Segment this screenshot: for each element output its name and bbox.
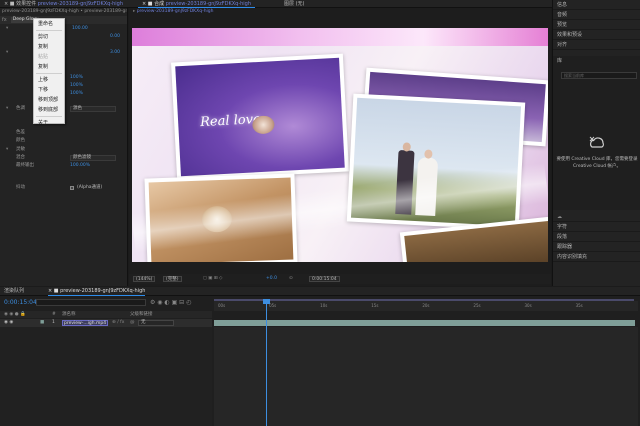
menu-item-rename[interactable]: 重命名 bbox=[34, 19, 64, 29]
context-menu: 重命名 剪切 复制 粘贴 复制 上移 下移 移到顶部 移到底部 关于 bbox=[33, 18, 65, 126]
tab-timeline-comp[interactable]: × ■ preview-203189-gnJ9zFDKXq-high bbox=[48, 287, 146, 296]
effect-prop-row: 最终输出 100.00% bbox=[16, 163, 91, 168]
exposure-value[interactable]: +0.0 bbox=[266, 276, 277, 282]
layer-row[interactable]: ◉ ◉ ■ 1 preview-...igh.mp4 ⊛ / fx @ 无 bbox=[0, 319, 212, 327]
menu-item-duplicate[interactable]: 复制 bbox=[34, 62, 64, 72]
panel-character[interactable]: 字符 bbox=[553, 222, 640, 232]
parent-pickwhip-icon[interactable]: @ bbox=[130, 319, 135, 327]
expand-triangle-icon[interactable]: ▾ bbox=[6, 25, 8, 33]
panel-preview[interactable]: 预览 bbox=[553, 20, 640, 30]
libraries-panel: 库 搜索当前库 要使用 Creative Cloud 库，您需要登录 Creat… bbox=[553, 56, 640, 210]
timeline-tab-bar: 渲染队列 × ■ preview-203189-gnJ9zFDKXq-high bbox=[0, 287, 640, 296]
panel-info[interactable]: 信息 bbox=[553, 0, 640, 10]
current-timecode[interactable]: 0:00:15:04 bbox=[4, 299, 37, 306]
expand-triangle-icon[interactable]: ▾ bbox=[6, 105, 8, 113]
viewer-timecode[interactable]: 0:00:15:04 bbox=[309, 276, 340, 282]
parent-header[interactable]: 父级和链接 bbox=[130, 311, 153, 318]
alpha-checkbox[interactable] bbox=[70, 186, 74, 190]
playhead-line[interactable] bbox=[266, 299, 267, 426]
panel-paragraph[interactable]: 段落 bbox=[553, 232, 640, 242]
menu-item-move-bottom[interactable]: 移到底部 bbox=[34, 105, 64, 115]
layer-duration-bar[interactable] bbox=[214, 320, 635, 326]
layer-switches-icon[interactable]: ⊛ / fx bbox=[112, 319, 124, 327]
timeline-tools-icon[interactable]: ⚙ ◉ ◐ ▣ ⊟ ◴ bbox=[150, 299, 191, 306]
cc-login-message: 要使用 Creative Cloud 库，您需要登录 Creative Clou… bbox=[556, 157, 638, 169]
library-search-input[interactable]: 搜索当前库 bbox=[561, 72, 637, 79]
panel-effects-presets[interactable]: 效果和预设 bbox=[553, 30, 640, 40]
visibility-icon: ◉ ◉ ● 🔒 bbox=[4, 312, 26, 317]
light-leak-glow bbox=[132, 28, 548, 46]
ruler-tick-label: 15s bbox=[371, 303, 379, 308]
menu-item-move-up[interactable]: 上移 bbox=[34, 75, 64, 85]
panel-align[interactable]: 对齐 bbox=[553, 40, 640, 50]
composition-canvas[interactable]: Real love... bbox=[132, 28, 548, 262]
expand-triangle-icon[interactable]: ▾ bbox=[6, 146, 8, 154]
blend-mode-dropdown[interactable]: 颜色滤镜 bbox=[70, 155, 116, 161]
ruler-tick-label: 05s bbox=[269, 303, 277, 308]
photo-frame: Real love... bbox=[171, 53, 349, 181]
camera-icon[interactable]: ⊙ bbox=[289, 276, 293, 282]
menu-item-about[interactable]: 关于 bbox=[34, 118, 64, 128]
effect-prop-row: 色差 bbox=[16, 130, 25, 135]
creative-cloud-icon bbox=[589, 136, 604, 148]
effect-prop-row: 颜色 bbox=[16, 138, 25, 143]
layer-search-input[interactable] bbox=[36, 299, 146, 306]
lower-panels: ☁ 字符 段落 跟踪器 内容识别填充 bbox=[553, 212, 640, 262]
time-ruler[interactable]: 00s 05s 10s 15s 20s 25s 30s 35s bbox=[214, 301, 638, 311]
expand-triangle-icon[interactable]: ▾ bbox=[6, 49, 8, 57]
tab-render-queue[interactable]: 渲染队列 bbox=[4, 287, 24, 296]
right-panel-stack: 信息 音频 预览 效果和预设 对齐 库 搜索当前库 要使用 Creative C… bbox=[552, 0, 640, 286]
menu-item-move-top[interactable]: 移到顶部 bbox=[34, 95, 64, 105]
blend-source-dropdown[interactable]: 源色 bbox=[70, 106, 116, 112]
layer-list-empty bbox=[0, 327, 212, 426]
composition-viewer: ▸ preview-203189-gnJ9zFDKXq-high Real lo… bbox=[129, 8, 551, 286]
layer-number: 1 bbox=[52, 320, 55, 325]
cloud-sync-icon[interactable]: ☁ bbox=[553, 212, 640, 222]
timeline-panel: 渲染队列 × ■ preview-203189-gnJ9zFDKXq-high … bbox=[0, 287, 640, 426]
menu-separator bbox=[36, 116, 62, 117]
parent-dropdown[interactable]: 无 bbox=[138, 320, 174, 326]
panel-audio[interactable]: 音频 bbox=[553, 10, 640, 20]
snapshot-icon[interactable]: ◻ ▣ ⊞ ◇ bbox=[203, 276, 223, 282]
effect-controls-subtitle: preview-203189-gnJ9zFDKXq-high • preview… bbox=[2, 9, 127, 14]
panel-tracker[interactable]: 跟踪器 bbox=[553, 242, 640, 252]
quality-dropdown[interactable]: (完整) bbox=[163, 276, 182, 282]
top-tab-bar: × ■ 效果控件 preview-203189-gnJ9zFDKXq-high … bbox=[0, 0, 640, 8]
menu-item-cut[interactable]: 剪切 bbox=[34, 32, 64, 42]
tab-composition[interactable]: × ■ 合成 preview-203189-gnJ9zFDKXq-high bbox=[138, 0, 256, 8]
viewer-toolbar: (144%) (完整) ◻ ▣ ⊞ ◇ +0.0 ⊙ 0:00:15:04 bbox=[129, 274, 551, 284]
effect-prop-row: 混合 颜色滤镜 bbox=[0, 154, 128, 162]
menu-item-move-down[interactable]: 下移 bbox=[34, 85, 64, 95]
menu-item-paste: 粘贴 bbox=[38, 54, 49, 60]
ruler-tick-label: 30s bbox=[524, 303, 532, 308]
ruler-tick-label: 10s bbox=[320, 303, 328, 308]
ruler-tick-label: 00s bbox=[218, 303, 226, 308]
source-name-header[interactable]: 源名称 bbox=[62, 311, 76, 318]
libraries-title[interactable]: 库 bbox=[553, 56, 640, 66]
eye-icon[interactable]: ◉ ◉ bbox=[4, 319, 13, 327]
fx-icon: fx bbox=[2, 17, 7, 23]
layer-column-header: ◉ ◉ ● 🔒 # 源名称 父级和链接 bbox=[0, 311, 212, 318]
tab-layer[interactable]: 图层 (无) bbox=[280, 0, 309, 8]
menu-separator bbox=[36, 73, 62, 74]
layer-name[interactable]: preview-...igh.mp4 bbox=[62, 320, 109, 326]
effect-prop-row: ▾ 灵敏 bbox=[6, 146, 25, 154]
viewer-breadcrumb: ▸ preview-203189-gnJ9zFDKXq-high bbox=[133, 9, 214, 14]
effect-prop-row: 抖动 (Alpha通道) bbox=[16, 185, 103, 190]
ruler-tick-label: 25s bbox=[473, 303, 481, 308]
panel-content-aware-fill[interactable]: 内容识别填充 bbox=[553, 252, 640, 262]
menu-separator bbox=[36, 30, 62, 31]
menu-item-copy[interactable]: 复制 bbox=[34, 42, 64, 52]
track-area bbox=[214, 327, 638, 426]
tab-effect-controls[interactable]: × ■ 效果控件 preview-203189-gnJ9zFDKXq-high bbox=[0, 0, 127, 8]
zoom-dropdown[interactable]: (144%) bbox=[133, 276, 156, 282]
ruler-tick-label: 20s bbox=[422, 303, 430, 308]
ruler-tick-label: 35s bbox=[575, 303, 583, 308]
